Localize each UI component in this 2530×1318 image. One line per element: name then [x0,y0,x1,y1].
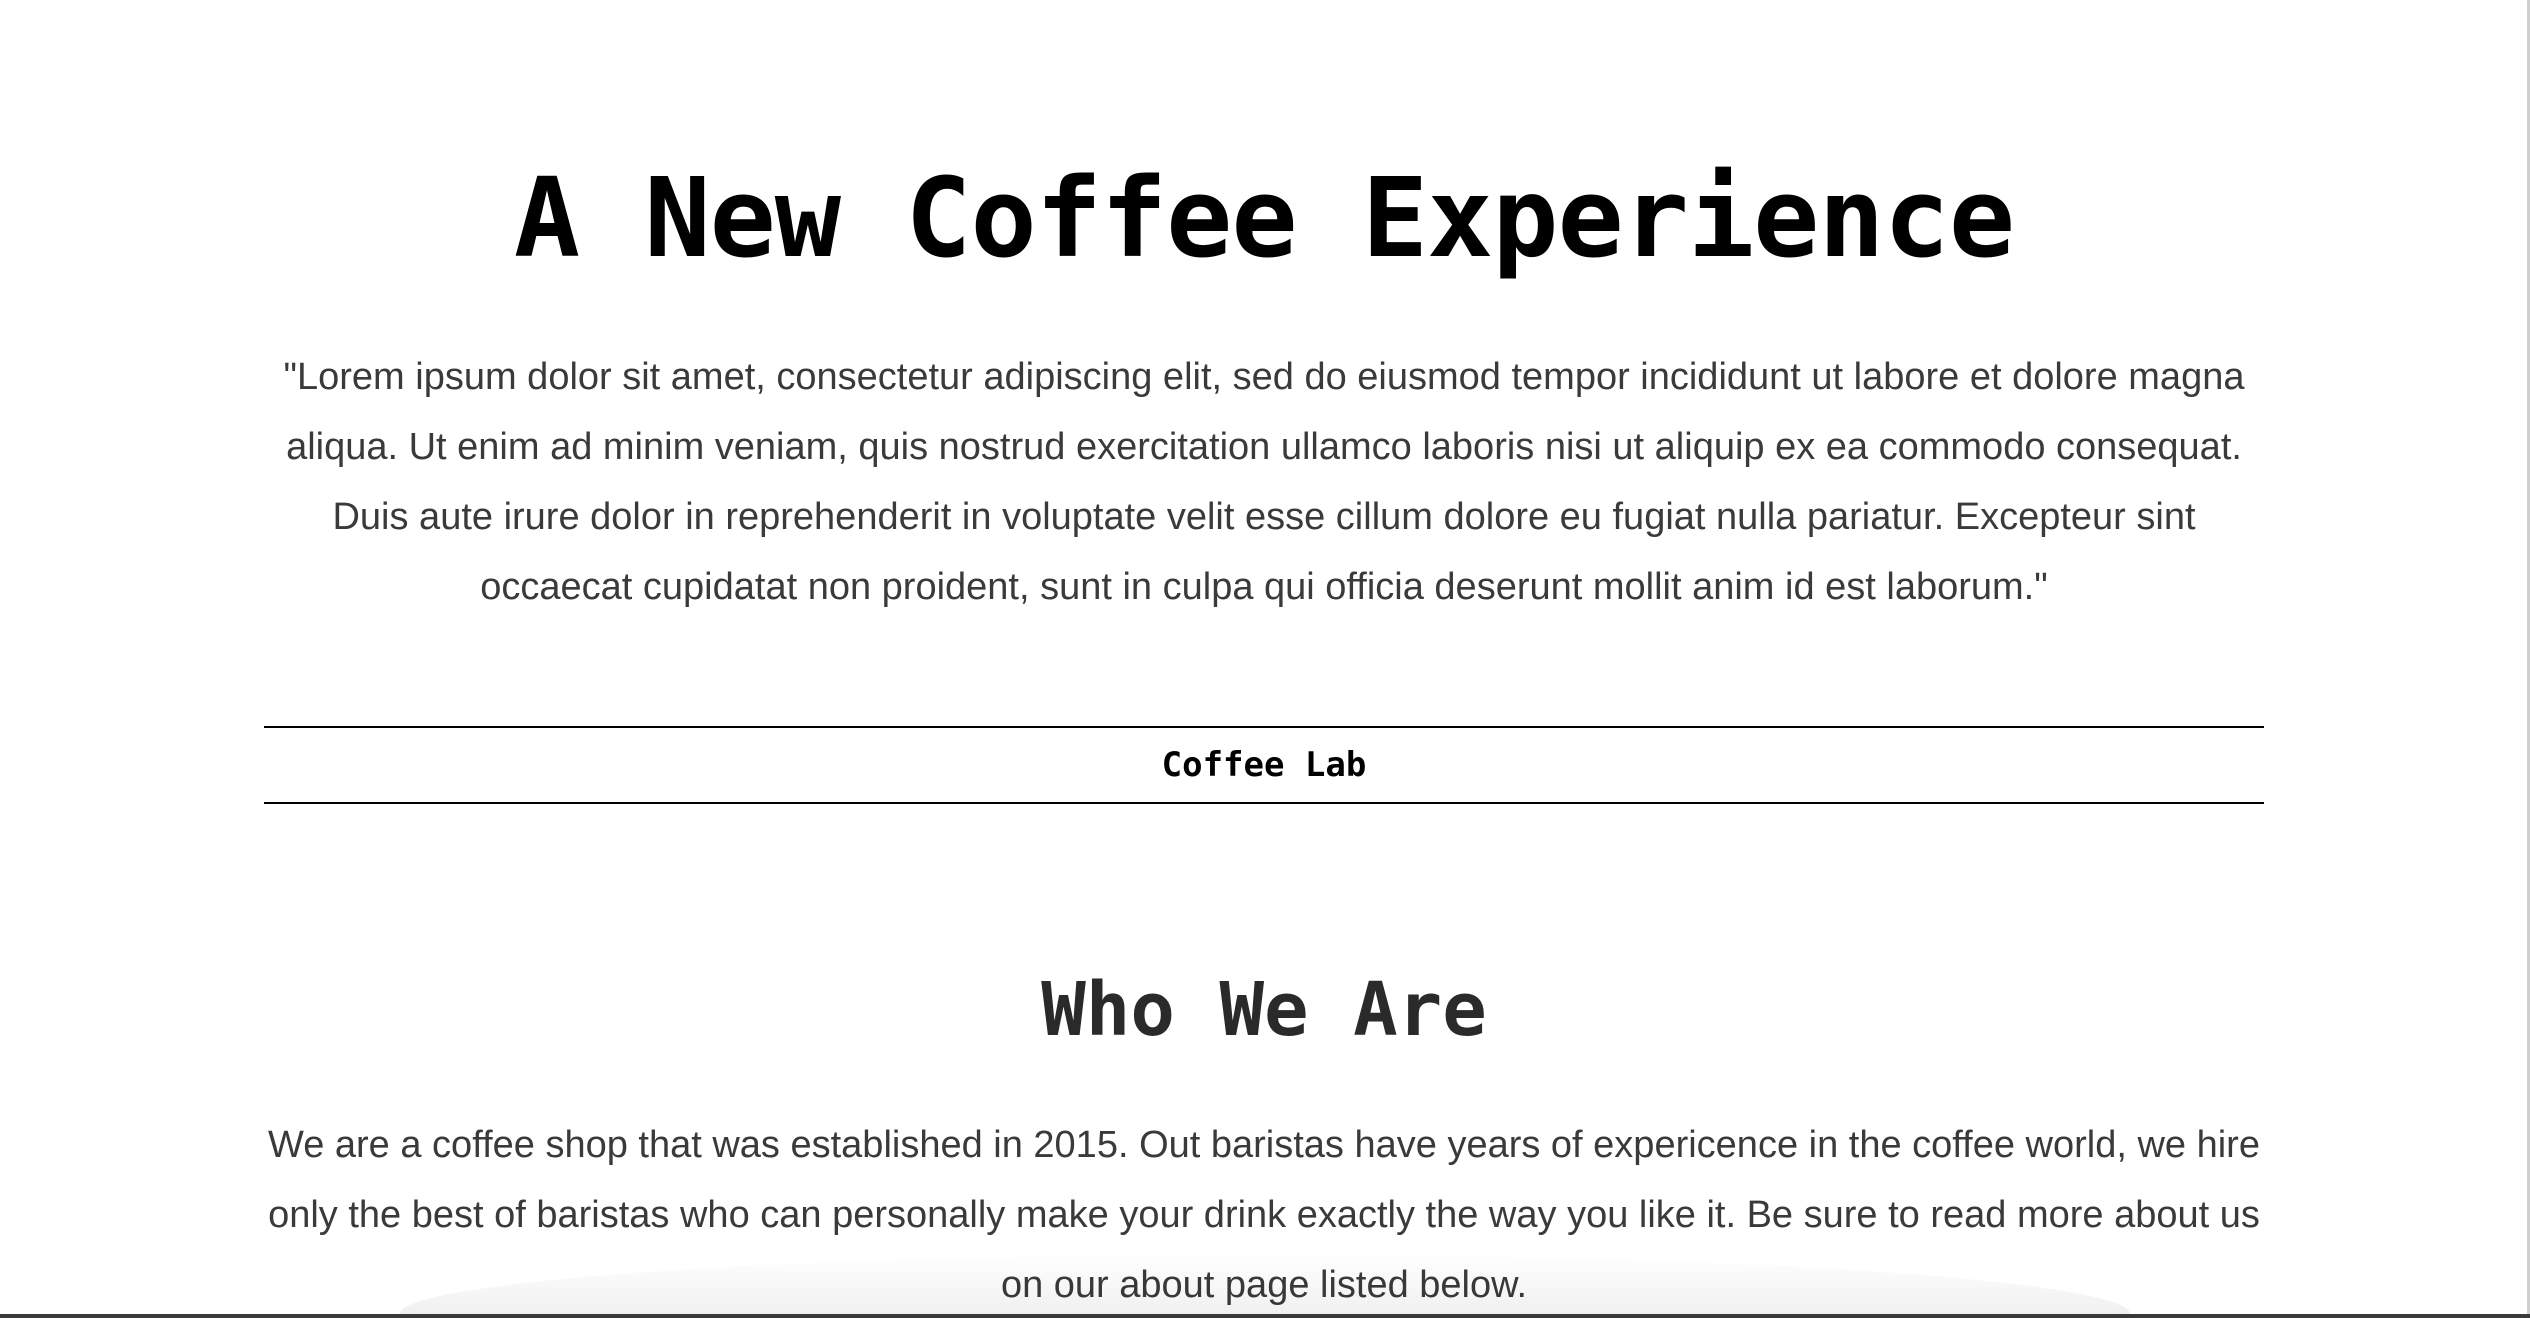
window-bottom-edge [0,1314,2530,1318]
hero-title: A New Coffee Experience [513,154,2015,282]
brand-name: Coffee Lab [1161,745,1367,785]
hero-quote: "Lorem ipsum dolor sit amet, consectetur… [283,356,2245,608]
who-we-are-title: Who We Are [1041,967,1487,1053]
brand-banner: Coffee Lab [264,726,2264,804]
who-we-are-body: We are a coffee shop that was establishe… [268,1124,2260,1306]
page: A New Coffee Experience "Lorem ipsum dol… [0,0,2530,1318]
